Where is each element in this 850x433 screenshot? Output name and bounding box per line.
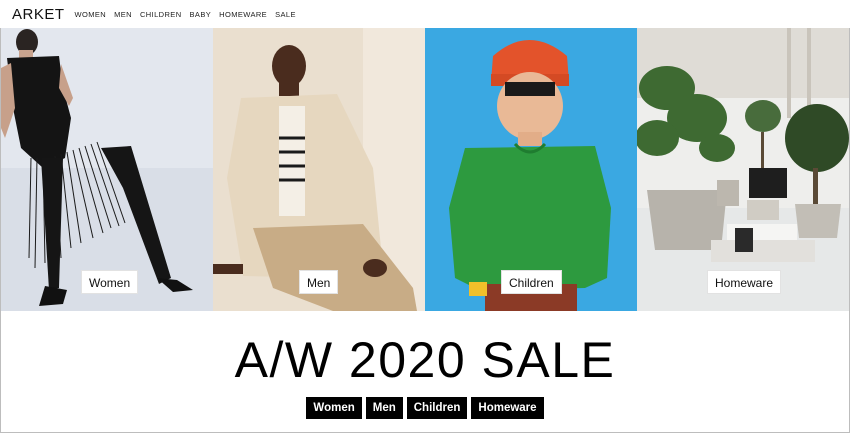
sale-button-children[interactable]: Children — [406, 397, 468, 419]
tile-homeware[interactable]: Homeware — [637, 28, 849, 311]
nav-item-sale[interactable]: SALE — [275, 10, 296, 19]
tile-men[interactable]: Men — [213, 28, 425, 311]
nav-item-homeware[interactable]: HOMEWARE — [219, 10, 267, 19]
sale-category-buttons: Women Men Children Homeware — [0, 397, 850, 419]
nav-item-children[interactable]: CHILDREN — [140, 10, 182, 19]
sale-headline: A/W 2020 SALE — [234, 332, 616, 388]
men-photo — [213, 28, 425, 311]
nav-item-baby[interactable]: BABY — [190, 10, 212, 19]
sale-button-homeware[interactable]: Homeware — [471, 397, 544, 419]
tile-label-children[interactable]: Children — [501, 270, 562, 294]
tile-label-homeware[interactable]: Homeware — [707, 270, 782, 294]
sale-button-men[interactable]: Men — [365, 397, 403, 419]
tile-children[interactable]: Children — [425, 28, 637, 311]
brand-logo[interactable]: ARKET — [12, 6, 65, 23]
nav-item-women[interactable]: WOMEN — [75, 10, 107, 19]
nav-item-men[interactable]: MEN — [114, 10, 132, 19]
women-photo — [1, 28, 213, 311]
site-header: ARKET WOMEN MEN CHILDREN BABY HOMEWARE S… — [0, 0, 850, 28]
children-photo — [425, 28, 637, 311]
homeware-photo — [637, 28, 849, 311]
tile-women[interactable]: Women — [1, 28, 213, 311]
category-tiles: Women Men Children Homeware — [1, 28, 849, 311]
tile-label-women[interactable]: Women — [81, 270, 139, 294]
tile-label-men[interactable]: Men — [299, 270, 339, 294]
main-nav: WOMEN MEN CHILDREN BABY HOMEWARE SALE — [75, 10, 296, 19]
sale-button-women[interactable]: Women — [306, 397, 362, 419]
